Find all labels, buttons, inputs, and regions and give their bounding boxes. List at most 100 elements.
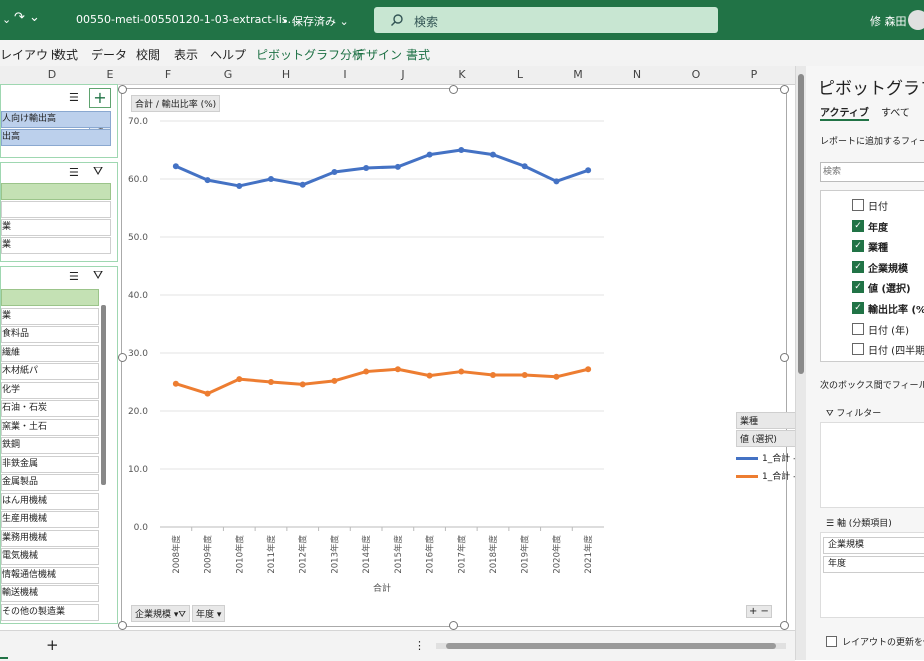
column-header[interactable]: F bbox=[158, 68, 178, 81]
column-header[interactable]: E bbox=[100, 68, 120, 81]
slicer-item[interactable]: 情報通信機械 bbox=[1, 566, 99, 584]
column-header[interactable]: H bbox=[276, 68, 296, 81]
pane-scroll-thumb[interactable] bbox=[798, 74, 804, 374]
ribbon-tab[interactable]: 数式 bbox=[54, 46, 78, 63]
axis-field-button-year[interactable]: 年度 ▾ bbox=[192, 605, 226, 622]
field-checkbox[interactable]: ✓ bbox=[852, 281, 864, 294]
slicer-item[interactable]: 木材紙パ bbox=[1, 363, 99, 380]
add-icon[interactable]: + bbox=[89, 88, 111, 108]
field-label[interactable]: 輸出比率 (% bbox=[868, 301, 924, 316]
slicer-item[interactable]: 金属製品 bbox=[1, 474, 99, 491]
slicer-industry[interactable]: ☰ ⛛ 業食料品 繊維 木材紙パ 化学 石油・石炭 窯業・土石 鉄鋼 非鉄金属 金属製品 はん用機… bbox=[0, 266, 118, 624]
slicer-item[interactable]: 食料品 bbox=[1, 326, 99, 343]
axis-field-item[interactable]: 企業規模 bbox=[823, 537, 924, 554]
field-checkbox[interactable]: ✓ bbox=[852, 302, 864, 314]
field-label[interactable]: 年度 bbox=[868, 219, 888, 234]
ribbon-tab[interactable]: 校閲 bbox=[136, 46, 160, 63]
field-checkbox[interactable] bbox=[852, 322, 864, 335]
field-label[interactable]: 値 (選択) bbox=[868, 280, 911, 295]
slicer-item[interactable]: 化学 bbox=[1, 381, 99, 399]
resize-handle[interactable] bbox=[780, 621, 789, 630]
redo-icon[interactable]: ↷ ⌄ bbox=[14, 10, 40, 25]
field-label[interactable]: 日付 (年) bbox=[868, 322, 909, 337]
resize-handle[interactable] bbox=[118, 353, 127, 362]
resize-handle[interactable] bbox=[118, 621, 127, 630]
column-header[interactable]: O bbox=[686, 68, 706, 81]
horizontal-scroll-thumb[interactable] bbox=[446, 643, 776, 649]
slicer-item[interactable]: 石油・石炭 bbox=[1, 400, 99, 417]
axis-field-button-scale[interactable]: 企業規模 ▾⛛ bbox=[131, 605, 190, 622]
field-checkbox[interactable]: ✓ bbox=[852, 219, 864, 232]
slicer-item[interactable]: 繊維 bbox=[1, 344, 99, 362]
ribbon-tab[interactable]: ピボットグラフ分析 bbox=[256, 46, 364, 63]
slicer-item[interactable] bbox=[1, 201, 111, 218]
ribbon-tab[interactable]: データ bbox=[91, 46, 127, 63]
field-checkbox[interactable] bbox=[852, 199, 864, 211]
slicer-item[interactable]: 業 bbox=[1, 237, 111, 254]
user-name[interactable]: 修 森田 bbox=[870, 13, 907, 29]
slicer-values[interactable]: ☰ + ✎ 人向け輸出高出高 bbox=[0, 84, 118, 158]
resize-handle[interactable] bbox=[780, 85, 789, 94]
more-options-icon[interactable]: ⋮ bbox=[414, 639, 425, 652]
multiselect-icon[interactable]: ☰ bbox=[69, 166, 79, 179]
pane-scrollbar[interactable] bbox=[796, 66, 806, 660]
horizontal-scrollbar[interactable] bbox=[436, 643, 786, 649]
column-header[interactable]: G bbox=[218, 68, 238, 81]
slicer-item[interactable] bbox=[1, 183, 111, 200]
tab-all[interactable]: すべて bbox=[881, 104, 910, 119]
multiselect-icon[interactable]: ☰ bbox=[69, 91, 79, 104]
slicer-item[interactable]: 輸送機械 bbox=[1, 585, 99, 602]
column-header[interactable]: K bbox=[452, 68, 472, 81]
slicer-item[interactable] bbox=[1, 289, 99, 306]
resize-handle[interactable] bbox=[449, 621, 458, 630]
clear-filter-icon[interactable]: ⛛ bbox=[93, 268, 103, 283]
field-checkbox[interactable]: ✓ bbox=[852, 260, 864, 273]
slicer-item[interactable]: 窯業・土石 bbox=[1, 418, 99, 436]
tab-active[interactable]: アクティブ bbox=[820, 104, 869, 121]
ribbon-tab[interactable]: ヘルプ bbox=[210, 46, 246, 63]
ribbon-tab[interactable]: 書式 bbox=[406, 46, 430, 63]
column-header[interactable]: D bbox=[42, 68, 62, 81]
column-header[interactable]: M bbox=[568, 68, 588, 81]
undo-dropdown-icon[interactable]: ⌄ bbox=[2, 13, 11, 26]
slicer-item[interactable]: 電気機械 bbox=[1, 548, 99, 565]
axis-field-item[interactable]: 年度 bbox=[823, 556, 924, 573]
slicer-item[interactable]: 人向け輸出高 bbox=[1, 111, 111, 128]
search-box[interactable]: 検索 bbox=[374, 7, 718, 33]
slicer-item[interactable]: 鉄鋼 bbox=[1, 437, 99, 454]
filter-drop-area[interactable] bbox=[820, 422, 924, 508]
defer-update-checkbox[interactable] bbox=[826, 636, 837, 647]
pivot-chart[interactable]: 合計 / 輸出比率 (%) 0.0 10.0 20.0 30.0 40.0 50.0 60.… bbox=[118, 85, 895, 630]
column-header[interactable]: I bbox=[335, 68, 355, 81]
slicer-item[interactable]: 業務用機械 bbox=[1, 529, 99, 547]
add-sheet-button[interactable]: + bbox=[46, 636, 59, 654]
ribbon-tab[interactable]: 表示 bbox=[174, 46, 198, 63]
field-label[interactable]: 日付 (四半期 bbox=[868, 342, 924, 357]
resize-handle[interactable] bbox=[780, 353, 789, 362]
ribbon-tab[interactable]: デザイン bbox=[354, 46, 402, 63]
multiselect-icon[interactable]: ☰ bbox=[69, 270, 79, 283]
field-label[interactable]: 業種 bbox=[868, 239, 888, 254]
column-header[interactable]: N bbox=[627, 68, 647, 81]
resize-handle[interactable] bbox=[118, 85, 127, 94]
resize-handle[interactable] bbox=[449, 85, 458, 94]
slicer-scrollbar[interactable] bbox=[101, 305, 106, 485]
slicer-item[interactable]: 業 bbox=[1, 219, 111, 236]
expand-collapse-buttons[interactable]: + − bbox=[746, 605, 772, 618]
field-checkbox[interactable] bbox=[852, 343, 864, 356]
axis-drop-area[interactable]: 企業規模 年度 bbox=[820, 532, 924, 618]
slicer-item[interactable]: 非鉄金属 bbox=[1, 455, 99, 473]
column-header[interactable]: P bbox=[744, 68, 764, 81]
slicer-kind[interactable]: ☰ ⛛ 業業 bbox=[0, 162, 118, 262]
slicer-item[interactable]: 生産用機械 bbox=[1, 511, 99, 528]
slicer-item[interactable]: はん用機械 bbox=[1, 492, 99, 510]
slicer-item[interactable]: 出高 bbox=[1, 129, 111, 146]
slicer-item[interactable]: その他の製造業 bbox=[1, 603, 99, 621]
field-label[interactable]: 企業規模 bbox=[868, 260, 908, 275]
column-header[interactable]: J bbox=[393, 68, 413, 81]
field-search-input[interactable] bbox=[820, 162, 924, 182]
clear-filter-icon[interactable]: ⛛ bbox=[93, 164, 103, 179]
column-header[interactable]: L bbox=[510, 68, 530, 81]
avatar[interactable] bbox=[908, 10, 924, 30]
slicer-item[interactable]: 業 bbox=[1, 307, 99, 325]
